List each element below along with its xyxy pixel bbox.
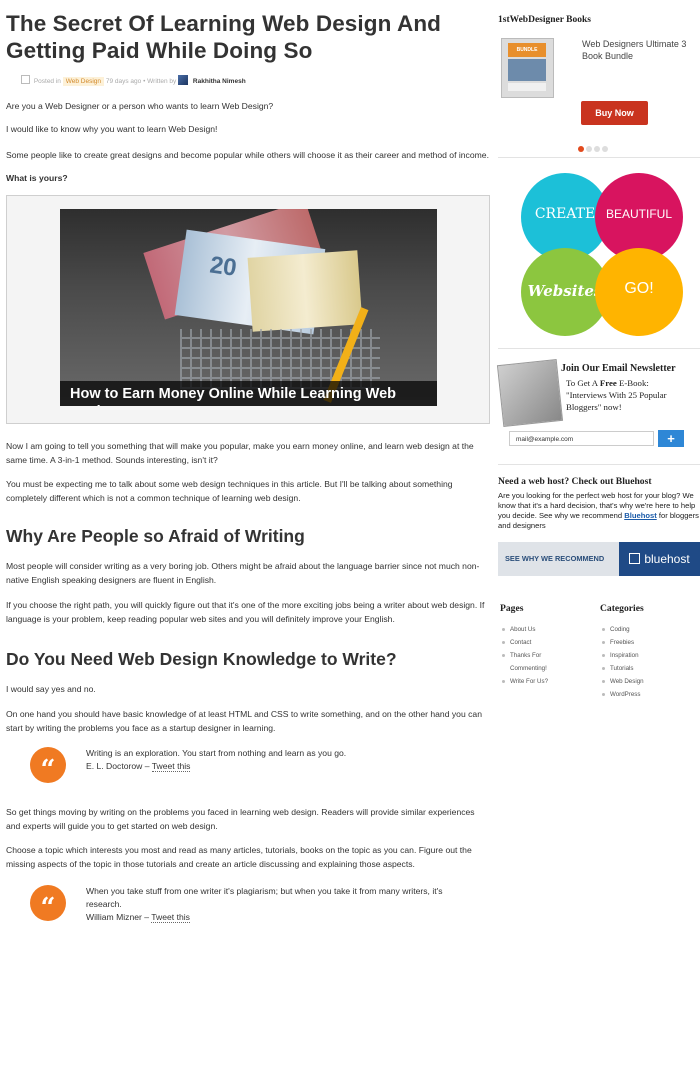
list-item[interactable]: About Us [500,623,580,636]
carousel-dot-4[interactable] [602,146,608,152]
divider [498,464,700,465]
bluehost-logo: bluehost [619,542,700,576]
hosting-text: Are you looking for the perfect web host… [498,491,699,530]
list-item[interactable]: WordPress [600,688,695,701]
venn-circle: GO! [595,248,683,336]
paragraph: Some people like to create great designs… [6,150,489,160]
carousel-dot-2[interactable] [586,146,592,152]
document-icon [21,75,30,84]
bluehost-banner[interactable]: SEE WHY WE RECOMMEND bluehost [498,542,700,576]
section-heading: Why Are People so Afraid of Writing [6,526,305,546]
image-caption: How to Earn Money Online While Learning … [70,386,397,406]
paragraph: Choose a topic which interests you most … [6,845,472,869]
tweet-this-link[interactable]: Tweet this [151,761,191,772]
grid-icon [629,553,641,564]
book-cover-image[interactable]: BUNDLE [501,38,554,98]
list-item[interactable]: Write For Us? [500,675,580,688]
divider [498,157,700,158]
list-item[interactable]: Tutorials [600,662,695,675]
written-by-label: Written by [147,78,177,85]
paragraph: You must be expecting me to talk about s… [6,479,453,503]
author-avatar [178,75,189,85]
banknote-image [247,250,363,332]
article: The Secret Of Learning Web Design And Ge… [6,0,490,925]
posted-in-label: Posted in [33,78,61,85]
carousel-dot-1[interactable] [578,146,584,152]
categories-list: Coding Freebies Inspiration Tutorials We… [600,623,695,701]
bluehost-link[interactable]: Bluehost [624,511,657,520]
carousel-dot-3[interactable] [594,146,600,152]
email-field[interactable]: mail@example.com [509,431,654,446]
see-why-link[interactable]: SEE WHY WE RECOMMEND [505,542,604,576]
author-link[interactable]: Rakhitha Nimesh [193,78,246,85]
paragraph: On one hand you should have basic knowle… [6,709,482,733]
article-title: The Secret Of Learning Web Design And Ge… [6,11,442,63]
buy-now-button[interactable]: Buy Now [581,101,648,125]
blockquote: “ When you take stuff from one writer it… [6,885,490,925]
hosting-widget-title: Need a web host? Check out Bluehost [498,476,652,487]
category-link[interactable]: Web Design [62,77,105,86]
book-cover-label: BUNDLE [508,43,546,57]
ebook-cover-image [496,359,564,427]
list-item[interactable]: Coding [600,623,695,636]
quote-author: E. L. Doctorow – [86,761,150,771]
tweet-this-link[interactable]: Tweet this [151,912,190,923]
carousel-dots [578,139,610,157]
quote-body: Writing is an exploration. You start fro… [86,748,347,758]
quote-text: When you take stuff from one writer it's… [86,885,471,924]
newsletter-title: Join Our Email Newsletter [561,363,676,374]
books-widget-title: 1stWebDesigner Books [498,15,591,25]
post-meta: Posted in Web Design 79 days ago • Writt… [21,75,490,89]
paragraph: If you choose the right path, you will q… [6,600,485,624]
paragraph-bold: What is yours? [6,173,68,183]
quote-text: Writing is an exploration. You start fro… [86,747,476,773]
image-caption-bar: How to Earn Money Online While Learning … [60,381,437,406]
paragraph: I would say yes and no. [6,684,96,694]
quote-body: When you take stuff from one writer it's… [86,886,443,909]
post-age: 79 days ago [105,78,142,85]
paragraph: I would like to know why you want to lea… [6,124,218,134]
divider [498,348,700,349]
quote-icon: “ [30,885,66,923]
list-item[interactable]: Web Design [600,675,695,688]
list-item[interactable]: Contact [500,636,580,649]
paragraph: Most people will consider writing as a v… [6,561,480,585]
blockquote: “ Writing is an exploration. You start f… [6,747,490,787]
quote-author: William Mizner – [86,912,150,922]
article-image-frame: 20 How to Earn Money Online While Learni… [6,195,490,424]
list-item[interactable]: Thanks For Commenting! [500,649,562,675]
paragraph: Now I am going to tell you something tha… [6,441,474,465]
article-image[interactable]: 20 How to Earn Money Online While Learni… [60,209,437,406]
list-item[interactable]: Inspiration [600,649,695,662]
pages-title: Pages [500,603,524,614]
book-title-link[interactable]: Web Designers Ultimate 3 Book Bundle [582,38,700,62]
categories-title: Categories [600,603,644,614]
subscribe-button[interactable]: + [658,430,684,447]
section-heading: Do You Need Web Design Knowledge to Writ… [6,649,397,669]
paragraph: So get things moving by writing on the p… [6,807,475,831]
paragraph: Are you a Web Designer or a person who w… [6,101,274,111]
newsletter-text: To Get A Free E-Book: "Interviews With 2… [566,378,667,412]
create-beautiful-websites-ad[interactable]: CREATE BEAUTIFUL Websites GO! [511,170,683,338]
list-item[interactable]: Freebies [600,636,695,649]
quote-icon: “ [30,747,66,785]
pages-list: About Us Contact Thanks For Commenting! … [500,623,580,688]
